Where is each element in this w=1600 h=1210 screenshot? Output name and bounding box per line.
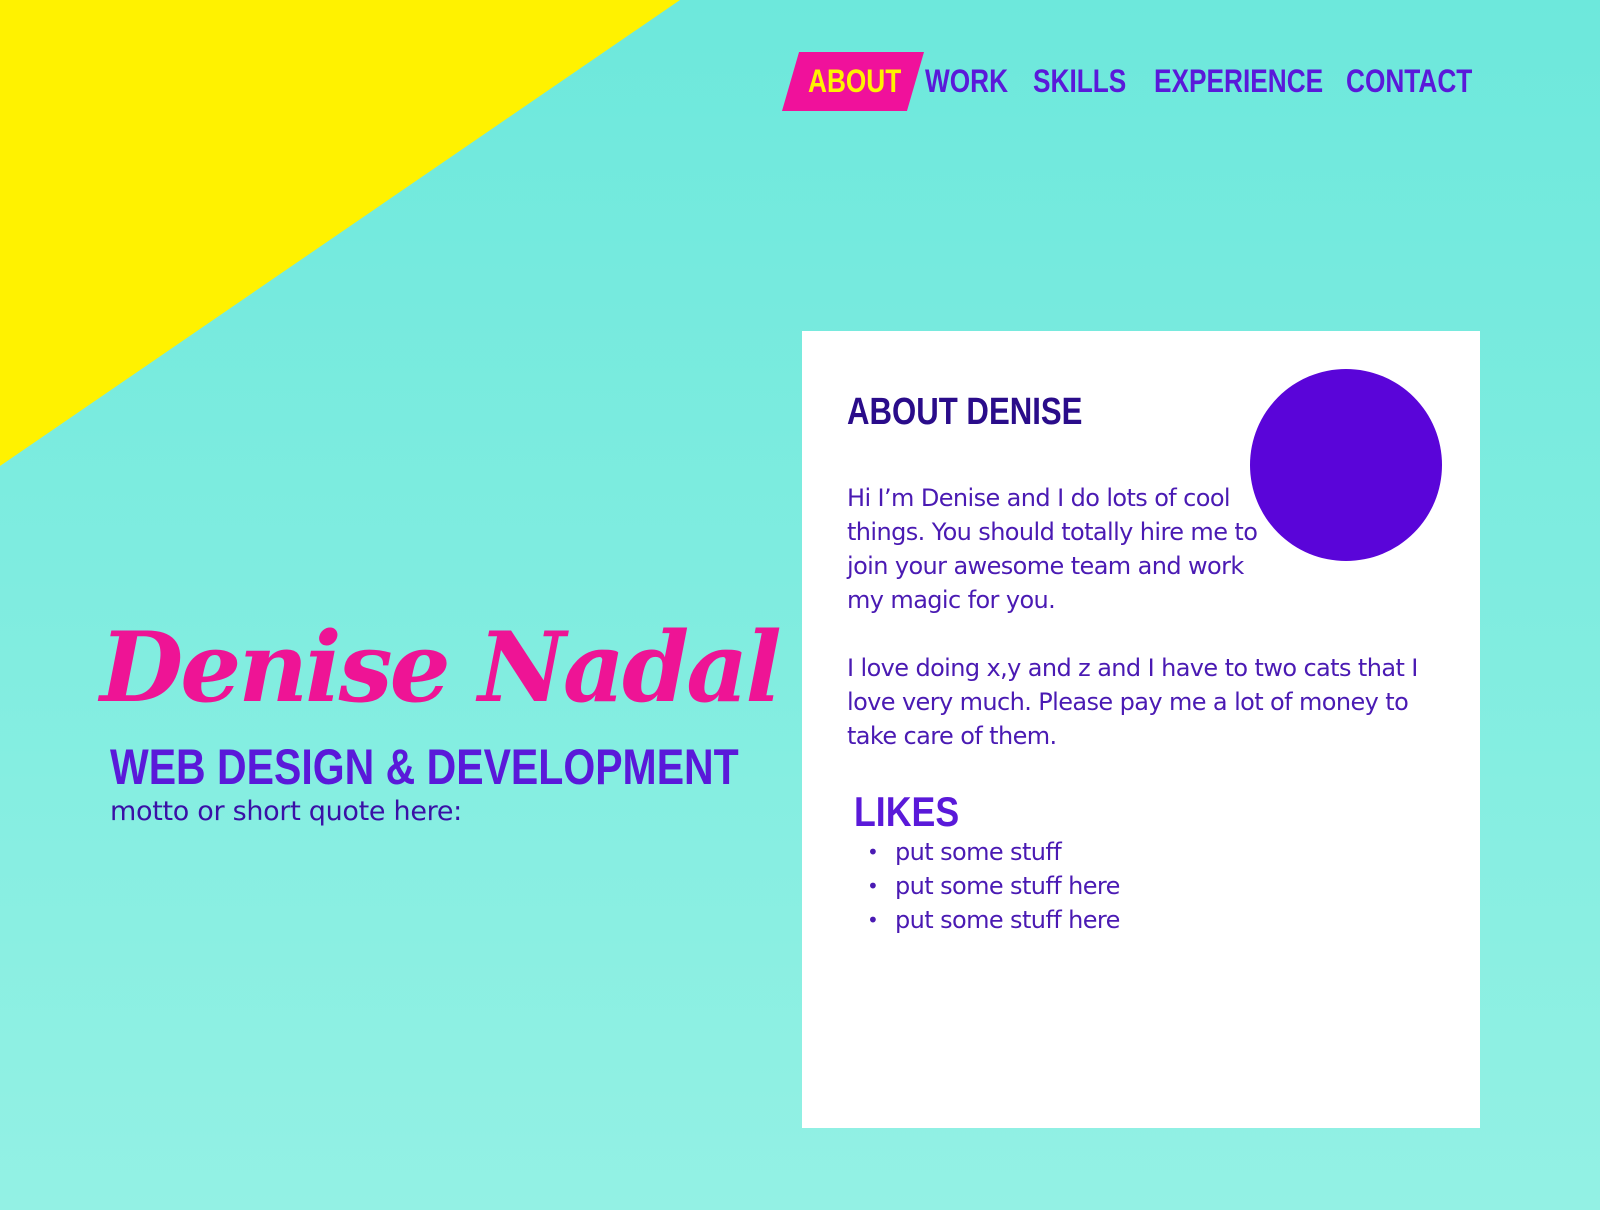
bullet-icon: • xyxy=(867,840,879,864)
nav-link-about[interactable]: ABOUT xyxy=(808,52,901,111)
likes-title: LIKES xyxy=(854,788,960,835)
hero-subtitle: WEB DESIGN & DEVELOPMENT xyxy=(110,739,739,795)
avatar xyxy=(1250,369,1442,561)
bullet-icon: • xyxy=(867,874,879,898)
bio-paragraph-1: Hi I’m Denise and I do lots of cool thin… xyxy=(847,484,1258,614)
about-card: ABOUT DENISE Hi I’m Denise and I do lots… xyxy=(802,331,1480,1128)
bullet-icon: • xyxy=(867,908,879,932)
nav-link-work[interactable]: WORK xyxy=(925,52,1008,111)
nav-link-contact[interactable]: CONTACT xyxy=(1346,52,1472,111)
hero-motto: motto or short quote here: xyxy=(110,796,462,827)
yellow-triangle-decoration xyxy=(0,0,680,466)
likes-list-item: • put some stuff xyxy=(867,835,1120,869)
likes-item-text: put some stuff xyxy=(895,838,1062,866)
likes-list-item: • put some stuff here xyxy=(867,869,1120,903)
nav-link-skills[interactable]: SKILLS xyxy=(1033,52,1126,111)
likes-list-item: • put some stuff here xyxy=(867,903,1120,937)
hero-name: Denise Nadal xyxy=(100,611,782,724)
likes-item-text: put some stuff here xyxy=(895,872,1120,900)
likes-item-text: put some stuff here xyxy=(895,906,1120,934)
nav-link-experience[interactable]: EXPERIENCE xyxy=(1154,52,1323,111)
about-title: ABOUT DENISE xyxy=(847,391,1083,433)
bio-paragraph-2: I love doing x,y and z and I have to two… xyxy=(847,654,1418,750)
likes-list: • put some stuff • put some stuff here • pu… xyxy=(867,835,1120,937)
